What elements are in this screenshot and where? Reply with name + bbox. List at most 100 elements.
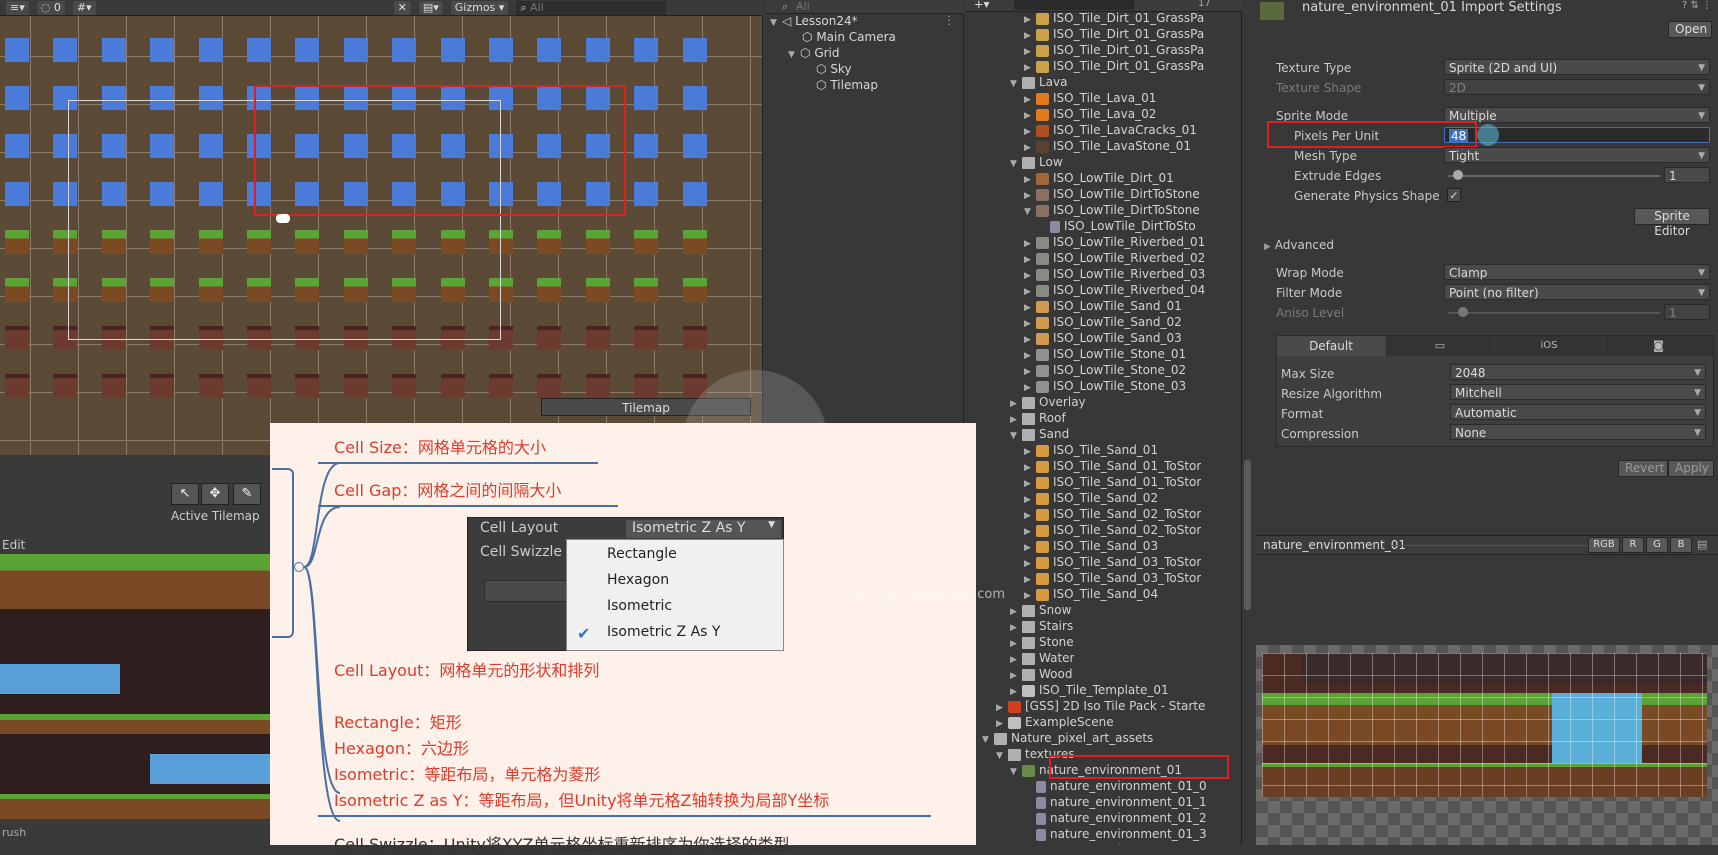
chevron-right-icon[interactable]: ▶	[1010, 652, 1022, 666]
sprite-mode-dropdown[interactable]: Multiple ▼	[1444, 107, 1710, 123]
project-row[interactable]: nature_environment_01_2	[1024, 810, 1207, 826]
generate-physics-checkbox[interactable]: ✓	[1447, 188, 1461, 202]
chevron-down-icon[interactable]: ▼	[982, 732, 994, 746]
chevron-right-icon[interactable]: ▶	[1024, 92, 1036, 106]
move-tool-icon[interactable]: ✥	[201, 483, 229, 505]
open-button[interactable]: Open	[1668, 21, 1712, 38]
paint-brush-icon[interactable]: ✎	[233, 483, 261, 505]
chevron-right-icon[interactable]: ▶	[1024, 572, 1036, 586]
project-row[interactable]: ▶ ISO_Tile_Sand_02_ToStor	[1024, 506, 1201, 522]
tab-standalone[interactable]: ▭	[1386, 336, 1494, 356]
project-row[interactable]: ▶ ISO_LowTile_DirtToStone	[1024, 186, 1200, 202]
project-scrollbar[interactable]	[1244, 460, 1251, 610]
chevron-down-icon[interactable]: ▼	[1010, 76, 1022, 90]
mesh-type-dropdown[interactable]: Tight ▼	[1444, 147, 1710, 163]
scene-row[interactable]: ▼ ◁ Lesson24*	[770, 13, 858, 29]
project-row[interactable]: ▶ ISO_Tile_Sand_02	[1024, 490, 1158, 506]
project-row[interactable]: ▶ ISO_LowTile_Riverbed_01	[1024, 234, 1205, 250]
edit-button[interactable]: Edit	[2, 538, 25, 552]
chevron-right-icon[interactable]: ▶	[1024, 44, 1036, 58]
mipmap-icon[interactable]: ▤	[1697, 538, 1707, 551]
project-row[interactable]: ▶ ISO_LowTile_Riverbed_04	[1024, 282, 1205, 298]
project-row[interactable]: ▶ ISO_Tile_Sand_02_ToStor	[1024, 522, 1201, 538]
project-row[interactable]: ▶ ISO_Tile_Sand_01_ToStor	[1024, 474, 1201, 490]
chevron-right-icon[interactable]: ▶	[1024, 444, 1036, 458]
chevron-right-icon[interactable]: ▶	[1024, 348, 1036, 362]
scene-search-input[interactable]: ⌕ All	[516, 0, 667, 15]
project-row[interactable]: ▼ Sand	[1010, 426, 1069, 442]
hierarchy-item-grid[interactable]: ▼ ⬡ Grid	[788, 45, 840, 61]
project-row[interactable]: ▶ ExampleScene	[996, 714, 1114, 730]
project-row[interactable]: ▶ ISO_Tile_Template_01	[1010, 682, 1169, 698]
chevron-right-icon[interactable]: ▶	[1024, 60, 1036, 74]
project-row[interactable]: ▶ ISO_LowTile_Stone_02	[1024, 362, 1186, 378]
project-row[interactable]: ▶ ISO_LowTile_Stone_01	[1024, 346, 1186, 362]
chevron-right-icon[interactable]: ▶	[1024, 364, 1036, 378]
chevron-right-icon[interactable]: ▶	[996, 716, 1008, 730]
select-tool-icon[interactable]: ↖	[171, 483, 199, 505]
chevron-right-icon[interactable]: ▶	[1024, 236, 1036, 250]
project-row[interactable]: ▶ ISO_Tile_Dirt_01_GrassPa	[1024, 10, 1204, 26]
extrude-edges-slider[interactable]	[1448, 175, 1660, 177]
advanced-foldout[interactable]: ▶ Advanced	[1264, 238, 1334, 252]
project-row[interactable]: nature_environment_01_0	[1024, 778, 1207, 794]
project-row[interactable]: ▶ ISO_Tile_LavaCracks_01	[1024, 122, 1197, 138]
chevron-right-icon[interactable]: ▶	[1024, 188, 1036, 202]
slider-handle[interactable]	[1453, 170, 1463, 180]
project-row[interactable]: ISO_LowTile_DirtToSto	[1038, 218, 1196, 234]
chevron-right-icon[interactable]: ▶	[1010, 684, 1022, 698]
visibility-toggle[interactable]: ◌ 0	[36, 0, 65, 15]
chevron-down-icon[interactable]: ▼	[996, 748, 1008, 762]
chevron-down-icon[interactable]: ▼	[1010, 156, 1022, 170]
project-row[interactable]: ▶ ISO_LowTile_Stone_03	[1024, 378, 1186, 394]
kebab-menu-icon[interactable]: ⋮	[944, 13, 956, 27]
wrap-mode-dropdown[interactable]: Clamp ▼	[1444, 264, 1710, 280]
project-row[interactable]: ▶ Stone	[1010, 634, 1074, 650]
channel-b-button[interactable]: B	[1670, 537, 1692, 553]
revert-button[interactable]: Revert	[1618, 460, 1668, 477]
project-row[interactable]: ▶ ISO_Tile_Sand_01_ToStor	[1024, 458, 1201, 474]
project-row[interactable]: nature_environment_01_1	[1024, 794, 1207, 810]
hierarchy-item-sky[interactable]: ⬡ Sky	[816, 61, 852, 77]
tools-icon[interactable]: ✕	[393, 0, 411, 15]
apply-button[interactable]: Apply	[1668, 460, 1714, 477]
grid-toggle-icon[interactable]: #▾	[72, 0, 96, 15]
max-size-dropdown[interactable]: 2048 ▼	[1450, 364, 1706, 380]
project-row[interactable]: ▼ Lava	[1010, 74, 1068, 90]
texture-type-dropdown[interactable]: Sprite (2D and UI) ▼	[1444, 59, 1710, 75]
chevron-right-icon[interactable]: ▶	[1024, 268, 1036, 282]
project-row[interactable]: ▶ Roof	[1010, 410, 1066, 426]
channel-rgb-button[interactable]: RGB	[1588, 537, 1620, 553]
scene-view[interactable]	[0, 0, 763, 455]
project-row[interactable]: ▶ ISO_LowTile_Riverbed_03	[1024, 266, 1205, 282]
project-row[interactable]: ▶ Snow	[1010, 602, 1071, 618]
chevron-right-icon[interactable]: ▶	[1024, 508, 1036, 522]
chevron-right-icon[interactable]: ▶	[1024, 540, 1036, 554]
project-row[interactable]: ▶ ISO_Tile_Dirt_01_GrassPa	[1024, 58, 1204, 74]
chevron-right-icon[interactable]: ▶	[1024, 252, 1036, 266]
compression-dropdown[interactable]: None ▼	[1450, 424, 1706, 440]
chevron-right-icon[interactable]: ▶	[1024, 316, 1036, 330]
chevron-right-icon[interactable]: ▶	[1010, 396, 1022, 410]
chevron-right-icon[interactable]: ▶	[1024, 172, 1036, 186]
project-row[interactable]: ▶ ISO_Tile_LavaStone_01	[1024, 138, 1191, 154]
extrude-edges-input[interactable]: 1	[1664, 167, 1710, 183]
chevron-right-icon[interactable]: ▶	[1024, 492, 1036, 506]
tab-ios[interactable]: iOS	[1495, 336, 1603, 356]
chevron-right-icon[interactable]: ▶	[1024, 284, 1036, 298]
layers-icon[interactable]: ≡▾	[6, 0, 29, 15]
project-row[interactable]: ▼ Low	[1010, 154, 1063, 170]
project-row[interactable]: ▶ ISO_Tile_Sand_01	[1024, 442, 1158, 458]
hierarchy-search-input[interactable]: All	[796, 0, 810, 13]
project-row[interactable]: ▶ Overlay	[1010, 394, 1086, 410]
hierarchy-item-tilemap[interactable]: ⬡ Tilemap	[816, 77, 878, 93]
chevron-right-icon[interactable]: ▶	[1010, 636, 1022, 650]
tab-default[interactable]: Default	[1277, 336, 1385, 356]
project-row[interactable]: ▶ [GSS] 2D Iso Tile Pack - Starte	[996, 698, 1205, 714]
project-row[interactable]: ▶ ISO_Tile_Sand_04	[1024, 586, 1158, 602]
chevron-right-icon[interactable]: ▶	[1024, 476, 1036, 490]
tile-palette-preview[interactable]	[0, 554, 272, 819]
chevron-right-icon[interactable]: ▶	[1024, 108, 1036, 122]
project-row[interactable]: ▼ Nature_pixel_art_assets	[982, 730, 1153, 746]
project-row[interactable]: ▶ ISO_LowTile_Sand_02	[1024, 314, 1182, 330]
